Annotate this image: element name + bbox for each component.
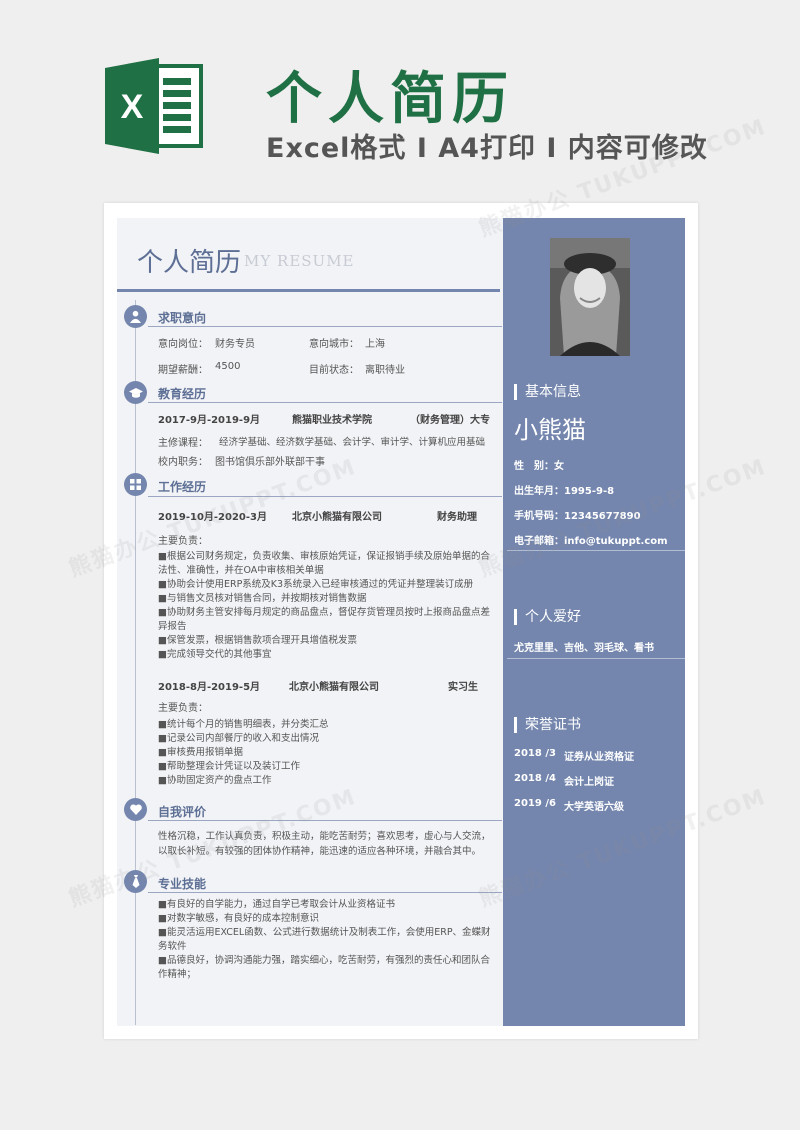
education-courses-label: 主修课程： [158, 438, 208, 449]
list-item: ■能灵活运用EXCEL函数、公式进行数据统计及制表工作，会使用ERP、金蝶财 [158, 927, 491, 938]
intent-city-value: 上海 [365, 339, 385, 350]
job-duty-label: 主要负责： [158, 703, 208, 714]
list-item: 异报告 [158, 621, 187, 632]
intent-salary-value: 4500 [215, 361, 241, 372]
education-school: 熊猫职业技术学院 [292, 415, 372, 426]
job-period: 2018-8月-2019-5月 [158, 682, 261, 693]
list-item: 作精神； [158, 969, 197, 980]
list-item: 法性、准确性，并在OA中审核相关单据 [158, 565, 324, 576]
list-item: ■审核费用报销单据 [158, 747, 243, 758]
resume-title-en: MY RESUME [244, 252, 355, 270]
timeline-line [135, 300, 136, 1025]
section-title-evaluation: 自我评价 [158, 805, 207, 819]
education-period: 2017-9月-2019-9月 [158, 415, 261, 426]
grid-icon [124, 473, 147, 496]
person-icon [124, 305, 147, 328]
intent-status-value: 离职待业 [365, 365, 405, 376]
intent-salary-label: 期望薪酬： [158, 365, 208, 376]
basic-birth: 出生年月：1995-9-8 [514, 486, 615, 497]
sidebar-heading-honor: 荣誉证书 [514, 717, 581, 733]
job-company: 北京小熊猫有限公司 [289, 682, 379, 693]
section-title-intent: 求职意向 [158, 311, 207, 325]
sidebar-heading-hobby: 个人爱好 [514, 609, 581, 625]
education-courses-value: 经济学基础、经济数学基础、会计学、审计学、计算机应用基础 [219, 437, 486, 448]
honor-name: 大学英语六级 [564, 802, 624, 813]
list-item: ■对数字敏感，有良好的成本控制意识 [158, 913, 319, 924]
list-item: ■协助固定资产的盘点工作 [158, 775, 272, 786]
heart-icon [124, 798, 147, 821]
intent-position-value: 财务专员 [215, 339, 255, 350]
resume-title: 个人简历 [137, 248, 242, 278]
list-item: ■记录公司内部餐厅的收入和支出情况 [158, 733, 319, 744]
intent-status-label: 目前状态： [309, 365, 359, 376]
sidebar-heading-basic: 基本信息 [514, 384, 581, 400]
section-title-education: 教育经历 [158, 387, 207, 401]
section-divider [148, 892, 502, 893]
job-duties: ■根据公司财务规定，负责收集、审核原始凭证，保证报销手续及原始单据的合 法性、准… [158, 550, 490, 662]
list-item: 务软件 [158, 941, 187, 952]
list-item: ■协助会计使用ERP系统及K3系统录入已经审核通过的凭证并整理装订成册 [158, 579, 474, 590]
intent-position-label: 意向岗位： [158, 339, 208, 350]
honor-date: 2018 /4 [514, 773, 556, 784]
list-item: ■保管发票，根据销售款项合理开具增值税发票 [158, 635, 357, 646]
job-title: 实习生 [448, 682, 478, 693]
section-title-work: 工作经历 [158, 480, 207, 494]
banner-title: 个人简历 [266, 67, 514, 132]
list-item: ■帮助整理会计凭证以及装订工作 [158, 761, 300, 772]
list-item: ■统计每个月的销售明细表，并分类汇总 [158, 719, 329, 730]
list-item: ■与销售文员核对销售合同，并按期核对销售数据 [158, 593, 367, 604]
job-title: 财务助理 [437, 512, 477, 523]
list-item: ■完成领导交代的其他事宜 [158, 649, 272, 660]
honor-name: 会计上岗证 [564, 777, 614, 788]
honor-date: 2018 /3 [514, 748, 556, 759]
job-company: 北京小熊猫有限公司 [292, 512, 382, 523]
section-divider [148, 326, 502, 327]
job-duties: ■统计每个月的销售明细表，并分类汇总 ■记录公司内部餐厅的收入和支出情况 ■审核… [158, 718, 328, 788]
education-role-label: 校内职务： [158, 457, 208, 468]
list-item: ■根据公司财务规定，负责收集、审核原始凭证，保证报销手续及原始单据的合 [158, 551, 490, 562]
sidebar-divider [507, 658, 685, 659]
intent-city-label: 意向城市： [309, 339, 359, 350]
profile-photo [550, 238, 630, 356]
section-divider [148, 496, 502, 497]
list-item: ■协助财务主管安排每月规定的商品盘点，督促存货管理员按时上报商品盘点差 [158, 607, 490, 618]
education-major: （财务管理）大专 [410, 415, 490, 426]
section-divider [148, 402, 502, 403]
svg-text:X: X [121, 88, 144, 126]
list-item: ■品德良好，协调沟通能力强，踏实细心，吃苦耐劳，有强烈的责任心和团队合 [158, 955, 490, 966]
honor-name: 证券从业资格证 [564, 752, 634, 763]
graduation-cap-icon [124, 381, 147, 404]
list-item: ■有良好的自学能力，通过自学已考取会计从业资格证书 [158, 899, 395, 910]
candidate-name: 小熊猫 [514, 416, 586, 444]
skills-list: ■有良好的自学能力，通过自学已考取会计从业资格证书 ■对数字敏感，有良好的成本控… [158, 898, 491, 982]
basic-gender: 性 别：女 [514, 461, 564, 472]
title-divider [117, 289, 500, 292]
excel-icon: X [105, 58, 203, 154]
hobby-value: 尤克里里、吉他、羽毛球、看书 [514, 643, 654, 654]
honor-date: 2019 /6 [514, 798, 556, 809]
